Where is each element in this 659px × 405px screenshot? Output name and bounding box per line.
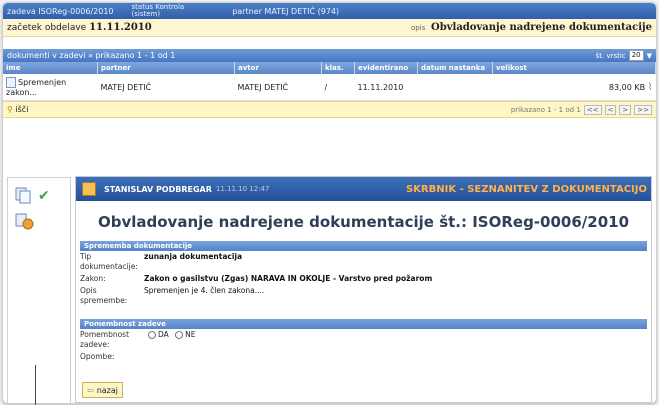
importance-row: Pomembnost zadeve: DA NE <box>80 329 647 351</box>
record-id: zadeva ISOReg-0006/2010 <box>7 6 114 16</box>
doc-name-cont: zakon... <box>6 88 38 97</box>
back-label: nazaj <box>96 385 118 395</box>
col-avtor[interactable]: avtor <box>234 62 322 74</box>
radio-ne-label: NE <box>185 330 196 339</box>
col-evidentirano[interactable]: evidentirano <box>354 62 418 74</box>
field-row: Zakon: Zakon o gasilstvu (Zgas) NARAVA I… <box>80 273 647 285</box>
field-row: Tip dokumentacije: zunanja dokumentacija <box>80 251 647 273</box>
col-ime[interactable]: ime <box>3 62 98 74</box>
chevron-down-icon[interactable]: ▼ <box>647 52 652 60</box>
panel-header: STANISLAV PODBREGAR 11.11.10 12:47 SKRBN… <box>76 177 651 201</box>
app-window: zadeva ISOReg-0006/2010 status Kontrola … <box>2 2 657 404</box>
pager-next-button[interactable]: > <box>619 104 632 115</box>
task-panel: STANISLAV PODBREGAR 11.11.10 12:47 SKRBN… <box>75 176 652 403</box>
pager-first-button[interactable]: << <box>583 104 602 115</box>
section-change: Sprememba dokumentacije <box>80 241 647 251</box>
text-cursor <box>35 365 36 405</box>
field-row: Opis spremembe: Spremenjen je 4. člen za… <box>80 285 647 307</box>
start-label: začetek obdelave <box>7 22 87 33</box>
field-label: Tip dokumentacije: <box>80 252 138 271</box>
panel-title: SKRBNIK - SEZNANITEV Z DOKUMENTACIJO <box>405 183 647 195</box>
page-title: Obvladovanje nadrejene dokumentacije št.… <box>97 213 630 231</box>
document-table: ime partner avtor klas. evidentirano dat… <box>3 62 656 101</box>
pager-text: prikazano 1 - 1 od 1 <box>510 105 581 114</box>
back-button[interactable]: ⇦ nazaj <box>82 382 123 398</box>
desc-value: Obvladovanje nadrejene dokumentacije <box>431 22 652 33</box>
status-badge: status Kontrola (sistem) <box>132 4 203 18</box>
row-author: MATEJ DETIČ <box>234 74 322 101</box>
radio-ne[interactable] <box>175 331 184 339</box>
paperclip-icon[interactable]: ⌇ <box>648 82 653 93</box>
document-list-header: dokumenti v zadevi » prikazano 1 - 1 od … <box>3 49 656 62</box>
partner-info: partner MATEJ DETIČ (974) <box>232 6 340 16</box>
record-info-bar: zadeva ISOReg-0006/2010 status Kontrola … <box>3 3 656 19</box>
pager: prikazano 1 - 1 od 1 << < > >> <box>510 104 652 115</box>
user-icon <box>82 182 96 196</box>
check-icon: ✔ <box>38 188 50 204</box>
filter-row: ⚲ išči prikazano 1 - 1 od 1 << < > >> <box>3 101 656 118</box>
radio-da[interactable] <box>148 331 156 339</box>
row-size: 83,00 KB <box>608 82 646 92</box>
rows-label: št. vrstic <box>595 51 626 60</box>
panel-author: STANISLAV PODBREGAR <box>104 184 212 194</box>
search-icon[interactable]: ⚲ <box>7 105 13 114</box>
title-row: začetek obdelave 11.11.2010 opis Obvlado… <box>3 19 656 37</box>
row-klas: / <box>321 74 355 101</box>
add-document-icon[interactable] <box>14 212 34 230</box>
col-velikost[interactable]: velikost <box>492 62 656 74</box>
col-partner[interactable]: partner <box>97 62 235 74</box>
documents-tool-icon[interactable] <box>14 186 34 204</box>
document-icon <box>6 77 16 88</box>
doc-name[interactable]: Spremenjen <box>18 78 66 87</box>
notes-row: Opombe: <box>80 351 647 363</box>
col-datum[interactable]: datum nastanka <box>417 62 493 74</box>
notes-label: Opombe: <box>80 352 115 361</box>
field-value: Spremenjen je 4. člen zakona.... <box>144 286 265 295</box>
field-value: Zakon o gasilstvu (Zgas) NARAVA IN OKOLJ… <box>144 274 433 283</box>
section-importance: Pomembnost zadeve <box>80 319 647 329</box>
row-partner: MATEJ DETIČ <box>97 74 235 101</box>
list-title: dokumenti v zadevi » prikazano 1 - 1 od … <box>7 51 176 60</box>
action-sidebar: ✔ <box>7 177 71 403</box>
radio-da-label: DA <box>158 330 169 339</box>
field-label: Opis spremembe: <box>80 286 128 305</box>
start-date: 11.11.2010 <box>89 22 152 33</box>
rows-per-page-select[interactable]: 20 <box>628 50 644 61</box>
description: opis Obvladovanje nadrejene dokumentacij… <box>411 22 652 33</box>
field-label: Zakon: <box>80 274 106 283</box>
notes-field[interactable] <box>144 352 647 361</box>
pager-last-button[interactable]: >> <box>634 104 652 115</box>
field-value: zunanja dokumentacija <box>144 252 243 261</box>
status-value: (sistem) <box>131 10 161 18</box>
pager-prev-button[interactable]: < <box>604 104 617 115</box>
panel-time: 11.11.10 12:47 <box>215 185 270 193</box>
desc-label: opis <box>410 24 426 32</box>
row-datum <box>417 74 493 101</box>
search-label[interactable]: išči <box>15 105 28 114</box>
arrow-left-icon: ⇦ <box>87 385 94 395</box>
importance-label: Pomembnost zadeve: <box>80 330 130 349</box>
table-row[interactable]: Spremenjen zakon... MATEJ DETIČ MATEJ DE… <box>3 74 656 101</box>
col-klas[interactable]: klas. <box>321 62 355 74</box>
row-evidentirano: 11.11.2010 <box>354 74 418 101</box>
